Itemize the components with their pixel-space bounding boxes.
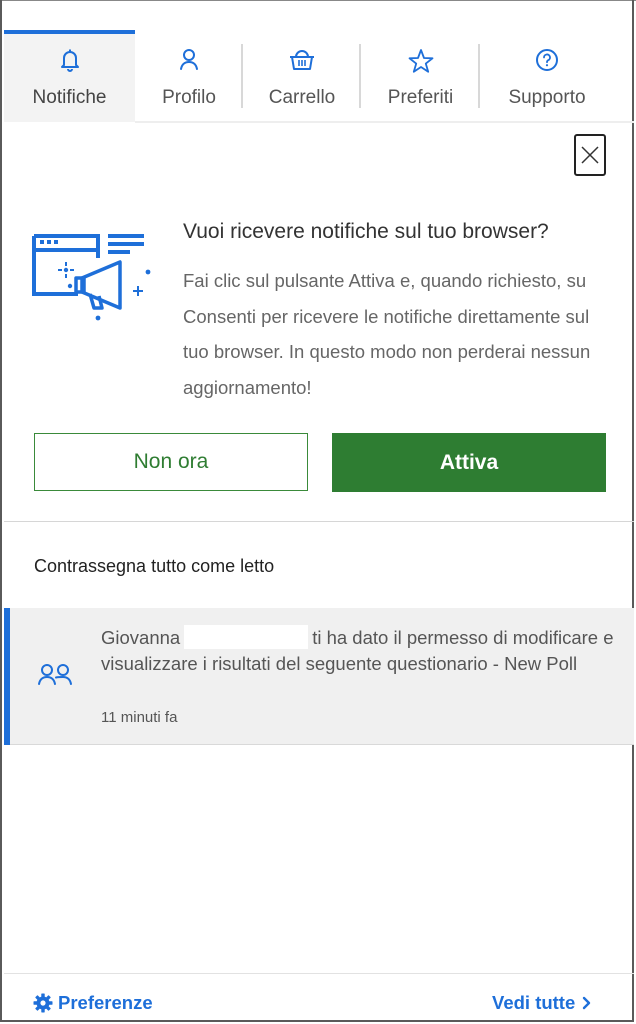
tab-label: Notifiche [32, 87, 107, 108]
panel-frame [0, 0, 634, 1022]
unread-indicator [4, 608, 10, 745]
view-all-label: Vedi tutte [492, 992, 576, 1013]
tab-label: Supporto [508, 87, 586, 108]
preferences-label: Preferenze [58, 992, 153, 1013]
bell-icon [4, 48, 135, 74]
tab-cart[interactable]: Carrello [243, 30, 361, 122]
section-divider [4, 521, 634, 522]
tab-label: Carrello [268, 87, 336, 108]
basket-icon [243, 48, 361, 74]
users-icon [36, 662, 76, 688]
close-button[interactable] [574, 134, 606, 176]
promo-description: Fai clic sul pulsante Attiva e, quando r… [183, 270, 591, 398]
notification-sender: Giovanna [101, 627, 181, 648]
close-icon [581, 146, 599, 164]
chevron-right-icon [583, 996, 591, 1010]
help-icon [480, 48, 614, 74]
footer-divider [4, 973, 634, 974]
preferences-link[interactable]: Preferenze [33, 992, 153, 1014]
notification-message: Giovanna ti ha dato il permesso di modifi… [101, 625, 621, 677]
user-icon [135, 48, 243, 74]
tab-profile[interactable]: Profilo [135, 30, 243, 122]
browser-megaphone-icon [30, 228, 160, 324]
tab-label: Profilo [162, 87, 216, 108]
star-icon [361, 48, 480, 74]
tab-favorites[interactable]: Preferiti [361, 30, 480, 122]
redacted-name [184, 625, 309, 649]
notification-item[interactable]: Giovanna ti ha dato il permesso di modifi… [4, 608, 634, 745]
enable-button[interactable]: Attiva [332, 433, 606, 492]
view-all-link[interactable]: Vedi tutte [492, 992, 593, 1014]
tab-label: Preferiti [387, 87, 454, 108]
mark-all-read-link[interactable]: Contrassegna tutto come letto [34, 556, 274, 577]
tab-notifications[interactable]: Notifiche [4, 30, 135, 122]
tab-bar: Notifiche Profilo Carrello Preferiti Sup… [4, 30, 634, 122]
not-now-button[interactable]: Non ora [34, 433, 308, 491]
promo-title: Vuoi ricevere notifiche sul tuo browser? [183, 220, 549, 243]
gear-icon [33, 993, 53, 1013]
tab-bar-baseline [135, 121, 634, 123]
notification-time: 11 minuti fa [101, 709, 178, 726]
tab-support[interactable]: Supporto [480, 30, 614, 122]
